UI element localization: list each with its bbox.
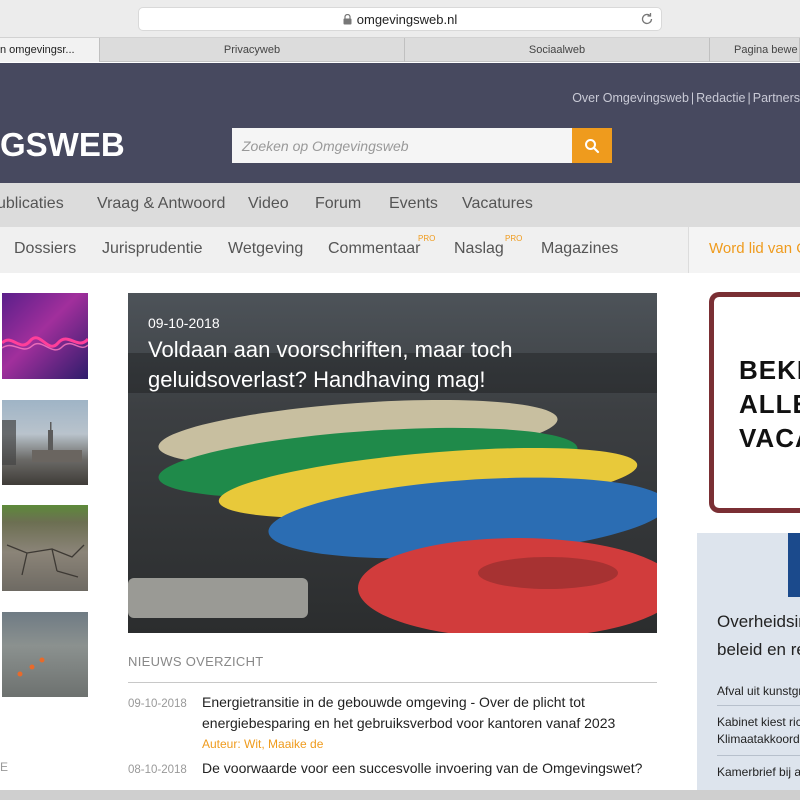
tab-omgevingsweb[interactable]: n omgevingsr... [0, 38, 100, 62]
site-header: Over Omgevingsweb | Redactie | Partners GSWE… [0, 63, 800, 183]
nav-video[interactable]: Video [248, 195, 289, 213]
link-redactie[interactable]: Redactie [696, 91, 745, 105]
thumbnail-skyline[interactable] [2, 400, 88, 485]
gov-link[interactable]: Kamerbrief bij a [717, 764, 800, 781]
gov-link[interactable]: Kabinet kiest ric [717, 714, 800, 731]
link-over[interactable]: Over Omgevingsweb [572, 91, 689, 105]
tab-label: Sociaalweb [528, 44, 586, 56]
nav-dossiers[interactable]: Dossiers [14, 240, 76, 258]
divider [717, 705, 800, 706]
nav-vacatures[interactable]: Vacatures [462, 195, 533, 213]
join-label: Word lid van O [709, 240, 800, 257]
search-icon [585, 138, 600, 153]
government-panel: Overheidsir beleid en re Afval uit kunst… [697, 533, 800, 800]
left-column-text: E [0, 760, 9, 774]
join-link[interactable]: Word lid van O [688, 227, 800, 273]
thumbnail-sound-wave[interactable] [0, 293, 90, 379]
hero-article[interactable]: 09-10-2018 Voldaan aan voorschriften, ma… [128, 293, 657, 633]
nav-publicaties[interactable]: ublicaties [0, 195, 64, 213]
tab-label: n omgevingsr... [0, 44, 75, 56]
url-text: omgevingsweb.nl [356, 11, 458, 27]
ad-line: VACA [739, 423, 800, 453]
tab-sociaalweb[interactable]: Sociaalweb [405, 38, 710, 62]
nav-commentaar[interactable]: Commentaar [328, 240, 420, 258]
dry-soil-image [6, 544, 85, 578]
pro-badge: PRO [418, 234, 436, 243]
lock-icon [343, 13, 352, 24]
tab-bar: n omgevingsr... Privacyweb Sociaalweb Pa… [0, 38, 800, 62]
nav-wetgeving[interactable]: Wetgeving [228, 240, 303, 258]
tab-label: Pagina bewe [734, 44, 798, 56]
sound-wave-image [0, 336, 90, 351]
government-logo-icon [788, 533, 800, 597]
secondary-nav: Dossiers Jurisprudentie Wetgeving Commen… [0, 227, 800, 273]
top-links: Over Omgevingsweb | Redactie | Partners [572, 91, 800, 105]
gov-link[interactable]: Afval uit kunstgr [717, 683, 800, 700]
tab-privacyweb[interactable]: Privacyweb [100, 38, 405, 62]
nav-forum[interactable]: Forum [315, 195, 361, 213]
site-logo[interactable]: GSWEB [0, 126, 125, 164]
search-input[interactable]: Zoeken op Omgevingsweb [232, 128, 572, 163]
news-date: 08-10-2018 [128, 764, 187, 776]
ad-line: ALLE [739, 389, 800, 419]
divider [128, 682, 657, 683]
tab-pagina[interactable]: Pagina bewe [710, 38, 800, 62]
primary-nav: ublicaties Vraag & Antwoord Video Forum … [0, 183, 800, 227]
nav-magazines[interactable]: Magazines [541, 240, 618, 258]
skyline-image [2, 420, 82, 465]
news-heading: NIEUWS OVERZICHT [128, 654, 264, 669]
vacancies-ad[interactable]: BEKI ALLE VACA [709, 292, 800, 513]
nav-vraag-antwoord[interactable]: Vraag & Antwoord [97, 195, 225, 213]
horizontal-scrollbar[interactable] [0, 790, 800, 800]
hero-date: 09-10-2018 [148, 315, 220, 331]
search-button[interactable] [572, 128, 612, 163]
nav-jurisprudentie[interactable]: Jurisprudentie [102, 240, 203, 258]
browser-toolbar: omgevingsweb.nl [0, 0, 800, 38]
thumbnail-dry-soil[interactable] [2, 505, 88, 591]
thumbnail-construction[interactable] [2, 612, 88, 697]
news-title[interactable]: Energietransitie in de gebouwde omgeving… [202, 692, 662, 734]
link-partners[interactable]: Partners [753, 91, 800, 105]
tab-label: Privacyweb [223, 44, 281, 56]
ad-line: BEKI [739, 355, 800, 385]
reload-icon[interactable] [639, 11, 655, 27]
news-author[interactable]: Auteur: Wit, Maaike de [202, 737, 323, 751]
news-date: 09-10-2018 [128, 698, 187, 710]
nav-naslag[interactable]: Naslag [454, 240, 504, 258]
gov-link[interactable]: Klimaatakkoord [717, 731, 800, 748]
pro-badge: PRO [505, 234, 523, 243]
hero-title[interactable]: Voldaan aan voorschriften, maar toch gel… [148, 335, 568, 395]
news-title[interactable]: De voorwaarde voor een succesvolle invoe… [202, 758, 662, 779]
address-bar[interactable]: omgevingsweb.nl [138, 7, 662, 31]
divider [717, 755, 800, 756]
gov-title-line: beleid en re [717, 640, 800, 659]
gov-title-line: Overheidsir [717, 612, 800, 631]
construction-image [17, 657, 45, 677]
nav-events[interactable]: Events [389, 195, 438, 213]
gov-title: Overheidsir beleid en re [717, 608, 800, 664]
